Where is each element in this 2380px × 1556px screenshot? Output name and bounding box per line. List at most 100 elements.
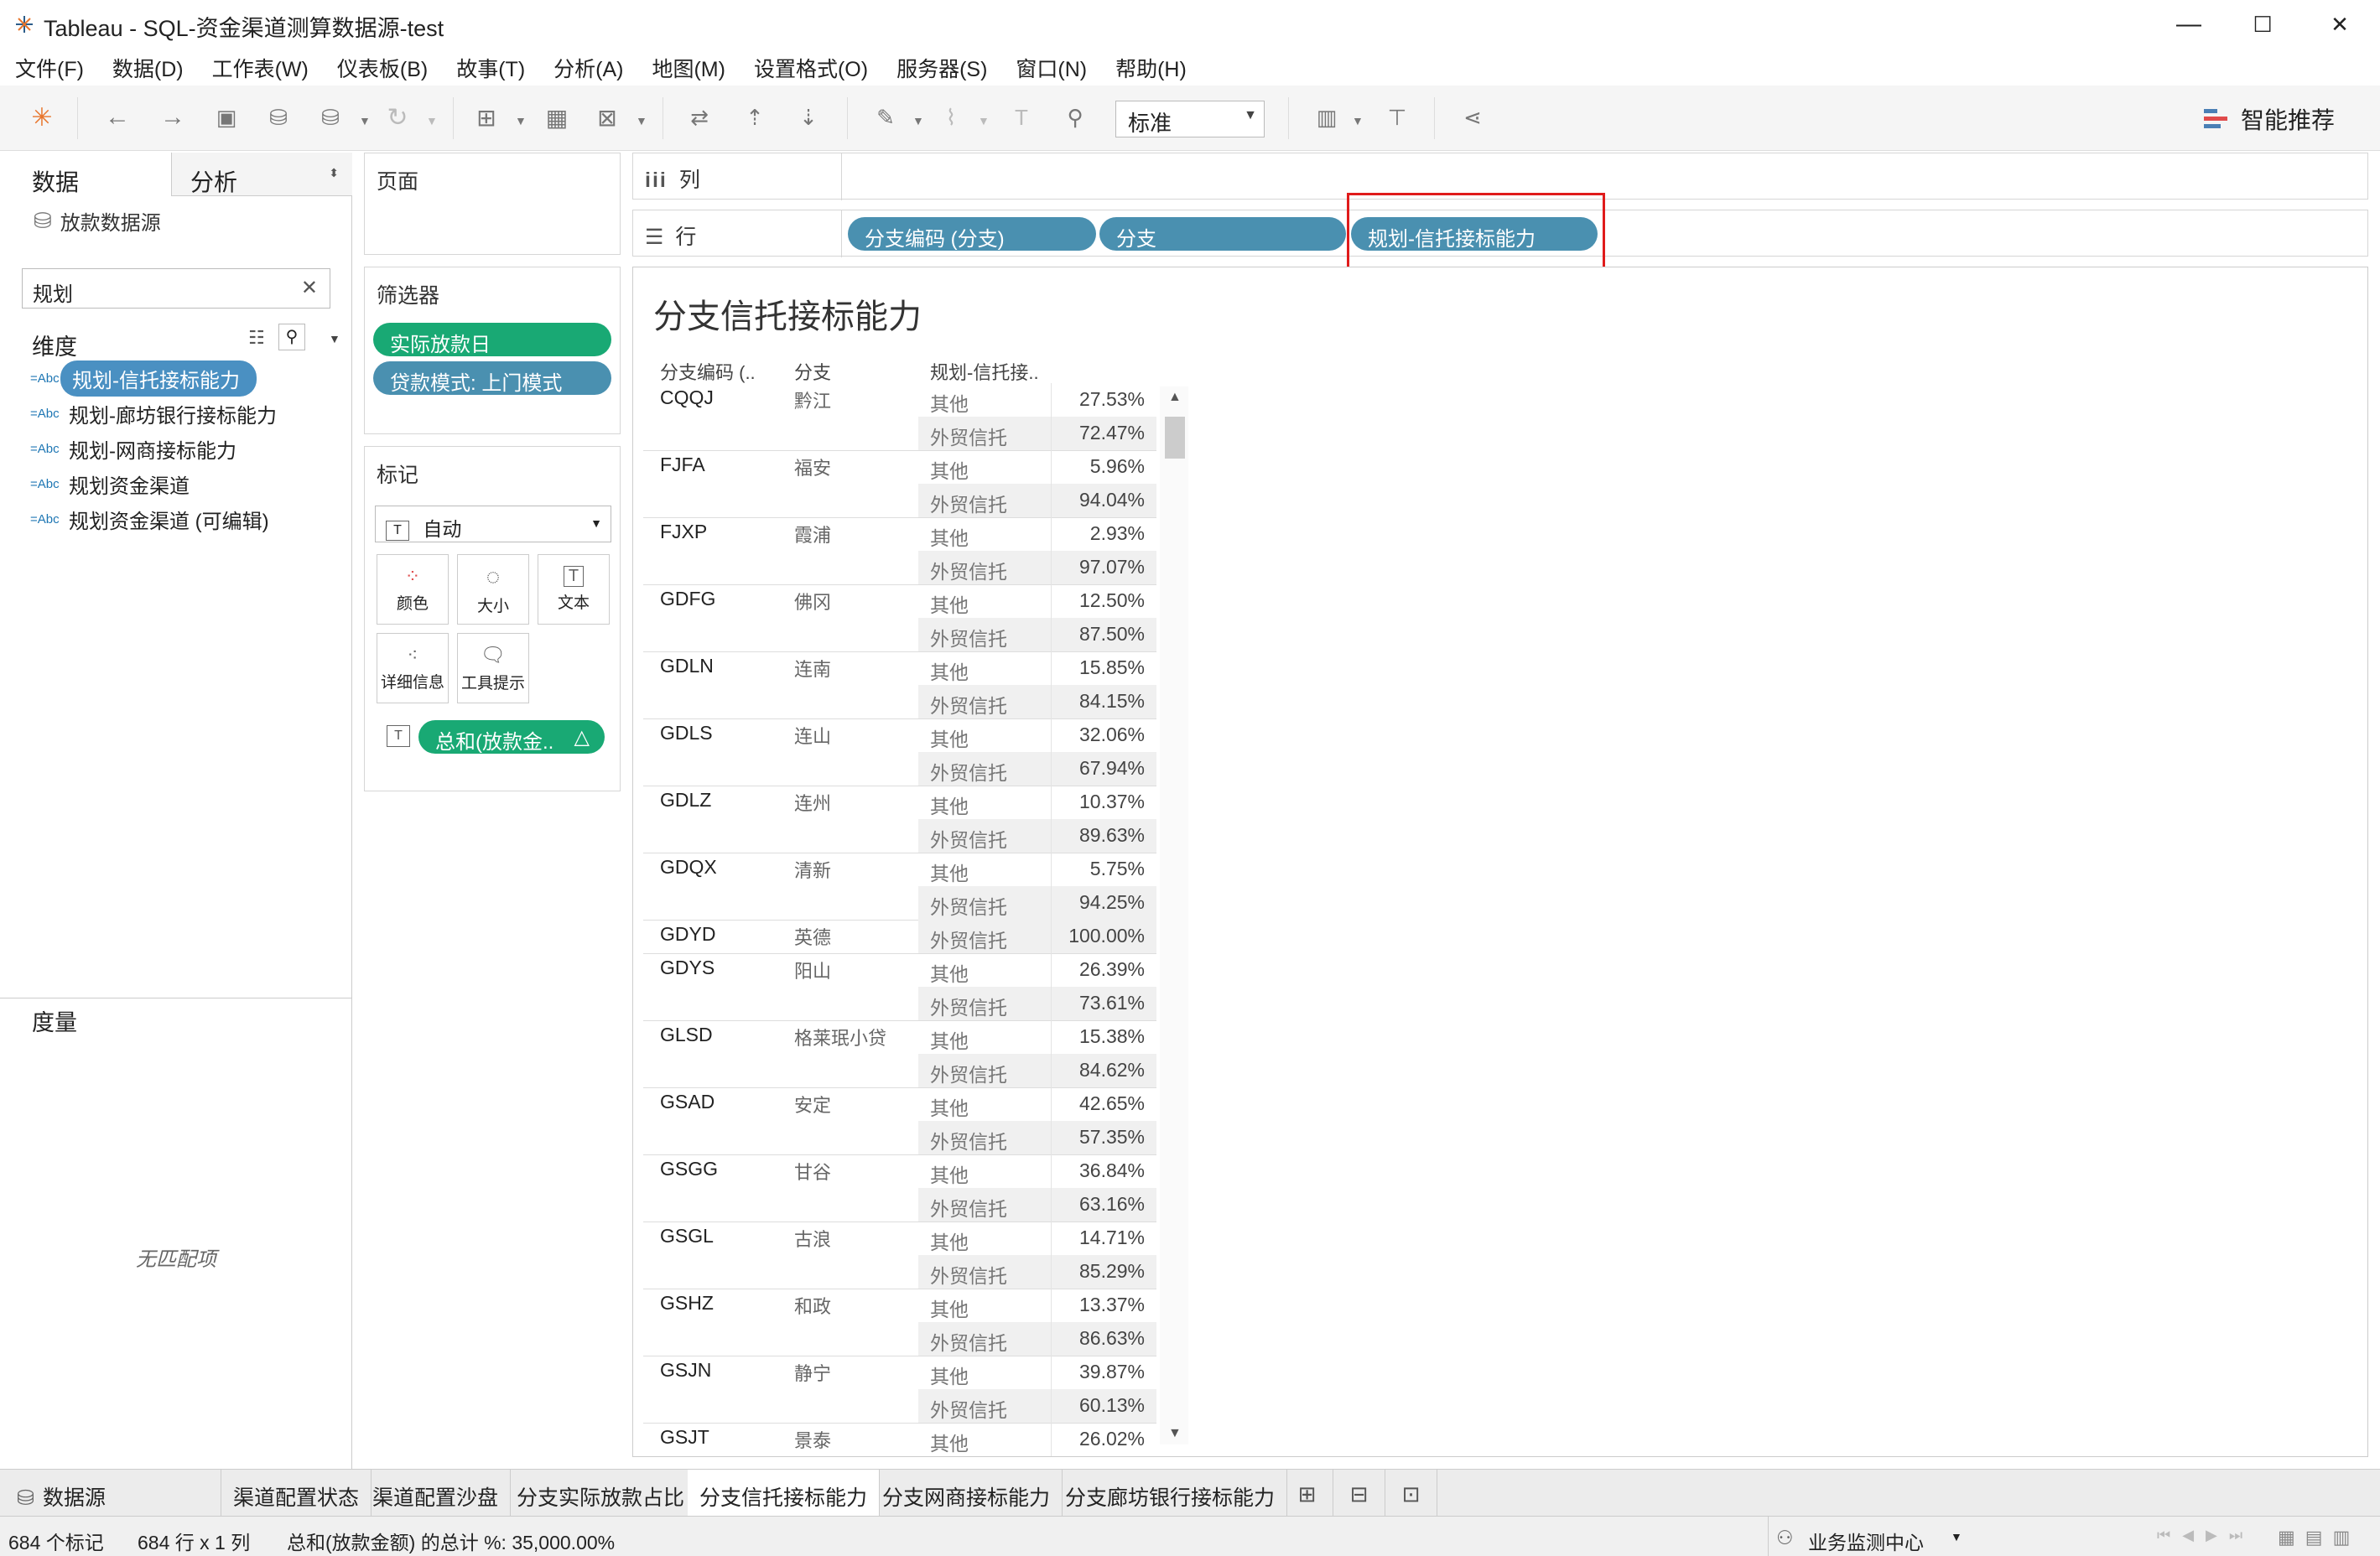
value-cell[interactable]: 87.50% bbox=[1052, 623, 1145, 646]
sort-ascending-icon[interactable]: ⇡ bbox=[736, 99, 773, 136]
branch-code-cell[interactable]: GSGG bbox=[660, 1158, 718, 1180]
value-cell[interactable]: 63.16% bbox=[1052, 1193, 1145, 1216]
field-search-input[interactable]: 规划 ✕ bbox=[22, 268, 330, 309]
row-pill[interactable]: 分支 bbox=[1099, 217, 1346, 251]
sheet-tab[interactable]: 渠道配置沙盘 bbox=[361, 1470, 512, 1517]
branch-cell[interactable]: 阳山 bbox=[794, 957, 831, 983]
value-cell[interactable]: 26.39% bbox=[1052, 958, 1145, 981]
dropdown-arrow-icon[interactable]: ▼ bbox=[912, 114, 924, 127]
branch-code-cell[interactable]: GLSD bbox=[660, 1024, 713, 1046]
category-cell[interactable]: 其他 bbox=[930, 958, 969, 987]
menu-dashboard[interactable]: 仪表板(B) bbox=[337, 53, 428, 83]
save-icon[interactable]: ▣ bbox=[208, 99, 245, 136]
branch-code-cell[interactable]: FJXP bbox=[660, 521, 707, 543]
value-cell[interactable]: 89.63% bbox=[1052, 824, 1145, 847]
scroll-up-icon[interactable]: ▲ bbox=[1168, 390, 1182, 405]
measure-pill[interactable]: 总和(放款金.. △ bbox=[418, 720, 605, 754]
value-cell[interactable]: 5.75% bbox=[1052, 858, 1145, 880]
value-cell[interactable]: 26.02% bbox=[1052, 1428, 1145, 1450]
refresh-icon[interactable]: ↻ bbox=[379, 99, 416, 136]
tableau-home-icon[interactable]: ✳ bbox=[23, 99, 60, 136]
branch-cell[interactable]: 格莱珉小贷 bbox=[794, 1024, 886, 1050]
scroll-down-icon[interactable]: ▼ bbox=[1168, 1426, 1182, 1441]
category-cell[interactable]: 外贸信托 bbox=[930, 824, 1007, 853]
menu-file[interactable]: 文件(F) bbox=[15, 53, 84, 83]
new-dashboard-icon[interactable]: ⊟ bbox=[1333, 1470, 1385, 1517]
dimensions-menu-icon[interactable]: ▼ bbox=[329, 332, 340, 345]
swap-rows-columns-icon[interactable]: ⇄ bbox=[681, 99, 718, 136]
branch-cell[interactable]: 安定 bbox=[794, 1091, 831, 1118]
category-cell[interactable]: 其他 bbox=[930, 455, 969, 484]
dropdown-arrow-icon[interactable]: ▼ bbox=[426, 114, 438, 127]
menu-worksheet[interactable]: 工作表(W) bbox=[212, 53, 309, 83]
tooltip-button[interactable]: 🗨 工具提示 bbox=[457, 633, 529, 703]
value-cell[interactable]: 5.96% bbox=[1052, 455, 1145, 478]
dropdown-arrow-icon[interactable]: ▼ bbox=[515, 114, 527, 127]
branch-code-cell[interactable]: GDLN bbox=[660, 655, 714, 677]
branch-code-cell[interactable]: GDYS bbox=[660, 957, 715, 979]
category-cell[interactable]: 外贸信托 bbox=[930, 690, 1007, 718]
value-cell[interactable]: 13.37% bbox=[1052, 1294, 1145, 1316]
value-cell[interactable]: 10.37% bbox=[1052, 791, 1145, 813]
branch-cell[interactable]: 连山 bbox=[794, 722, 831, 749]
category-cell[interactable]: 外贸信托 bbox=[930, 1327, 1007, 1356]
category-cell[interactable]: 其他 bbox=[930, 724, 969, 752]
sheet-navigation-icon[interactable]: ⏮◀▶⏭ bbox=[2157, 1527, 2254, 1544]
value-cell[interactable]: 60.13% bbox=[1052, 1394, 1145, 1417]
value-cell[interactable]: 97.07% bbox=[1052, 556, 1145, 578]
group-members-icon[interactable]: ⌇ bbox=[933, 99, 969, 136]
minimize-button[interactable]: — bbox=[2164, 5, 2214, 44]
close-button[interactable]: ✕ bbox=[2315, 5, 2365, 44]
value-cell[interactable]: 67.94% bbox=[1052, 757, 1145, 780]
clear-search-icon[interactable]: ✕ bbox=[301, 276, 318, 300]
category-cell[interactable]: 外贸信托 bbox=[930, 422, 1007, 450]
category-cell[interactable]: 其他 bbox=[930, 1092, 969, 1121]
dimension-field[interactable]: =Abc 规划-廊坊银行接标能力 bbox=[30, 397, 277, 429]
value-cell[interactable]: 94.04% bbox=[1052, 489, 1145, 511]
menu-map[interactable]: 地图(M) bbox=[652, 53, 725, 83]
category-cell[interactable]: 外贸信托 bbox=[930, 757, 1007, 786]
category-cell[interactable]: 其他 bbox=[930, 1025, 969, 1054]
branch-cell[interactable]: 佛冈 bbox=[794, 588, 831, 615]
branch-cell[interactable]: 福安 bbox=[794, 454, 831, 480]
tab-analysis[interactable]: 分析 ⬍ bbox=[171, 153, 352, 196]
category-cell[interactable]: 外贸信托 bbox=[930, 1193, 1007, 1221]
new-worksheet-icon[interactable]: ⊞ bbox=[468, 99, 505, 136]
value-cell[interactable]: 32.06% bbox=[1052, 724, 1145, 746]
show-cards-icon[interactable]: ▥ bbox=[1308, 99, 1345, 136]
branch-cell[interactable]: 静宁 bbox=[794, 1359, 831, 1386]
value-cell[interactable]: 85.29% bbox=[1052, 1260, 1145, 1283]
value-cell[interactable]: 100.00% bbox=[1052, 925, 1145, 947]
category-cell[interactable]: 外贸信托 bbox=[930, 1260, 1007, 1289]
branch-cell[interactable]: 连州 bbox=[794, 789, 831, 816]
branch-cell[interactable]: 景泰 bbox=[794, 1426, 831, 1453]
category-cell[interactable]: 外贸信托 bbox=[930, 1126, 1007, 1154]
dimension-field[interactable]: =Abc 规划资金渠道 bbox=[30, 468, 190, 500]
show-mark-labels-icon[interactable]: T bbox=[1003, 99, 1040, 136]
value-cell[interactable]: 72.47% bbox=[1052, 422, 1145, 444]
branch-code-cell[interactable]: GSJT bbox=[660, 1426, 709, 1449]
menu-story[interactable]: 故事(T) bbox=[456, 53, 525, 83]
duplicate-sheet-icon[interactable]: ▦ bbox=[538, 99, 575, 136]
value-cell[interactable]: 14.71% bbox=[1052, 1227, 1145, 1249]
category-cell[interactable]: 外贸信托 bbox=[930, 925, 1007, 953]
category-cell[interactable]: 其他 bbox=[930, 388, 969, 417]
category-cell[interactable]: 外贸信托 bbox=[930, 489, 1007, 517]
fix-axes-icon[interactable]: ⚲ bbox=[1057, 99, 1094, 136]
branch-code-cell[interactable]: GSGL bbox=[660, 1225, 714, 1247]
category-cell[interactable]: 外贸信托 bbox=[930, 623, 1007, 651]
find-field-icon[interactable]: ⚲ bbox=[278, 324, 305, 350]
dropdown-arrow-icon[interactable]: ▼ bbox=[359, 114, 371, 127]
branch-cell[interactable]: 和政 bbox=[794, 1292, 831, 1319]
value-cell[interactable]: 84.62% bbox=[1052, 1059, 1145, 1081]
branch-cell[interactable]: 清新 bbox=[794, 856, 831, 883]
dimension-field[interactable]: =Abc 规划-信托接标能力 bbox=[30, 360, 257, 397]
value-cell[interactable]: 15.38% bbox=[1052, 1025, 1145, 1048]
user-dropdown-icon[interactable]: ▼ bbox=[1951, 1530, 1962, 1543]
value-cell[interactable]: 12.50% bbox=[1052, 589, 1145, 612]
value-cell[interactable]: 73.61% bbox=[1052, 992, 1145, 1014]
branch-cell[interactable]: 甘谷 bbox=[794, 1158, 831, 1185]
value-cell[interactable]: 42.65% bbox=[1052, 1092, 1145, 1115]
value-cell[interactable]: 84.15% bbox=[1052, 690, 1145, 713]
branch-cell[interactable]: 霞浦 bbox=[794, 521, 831, 547]
